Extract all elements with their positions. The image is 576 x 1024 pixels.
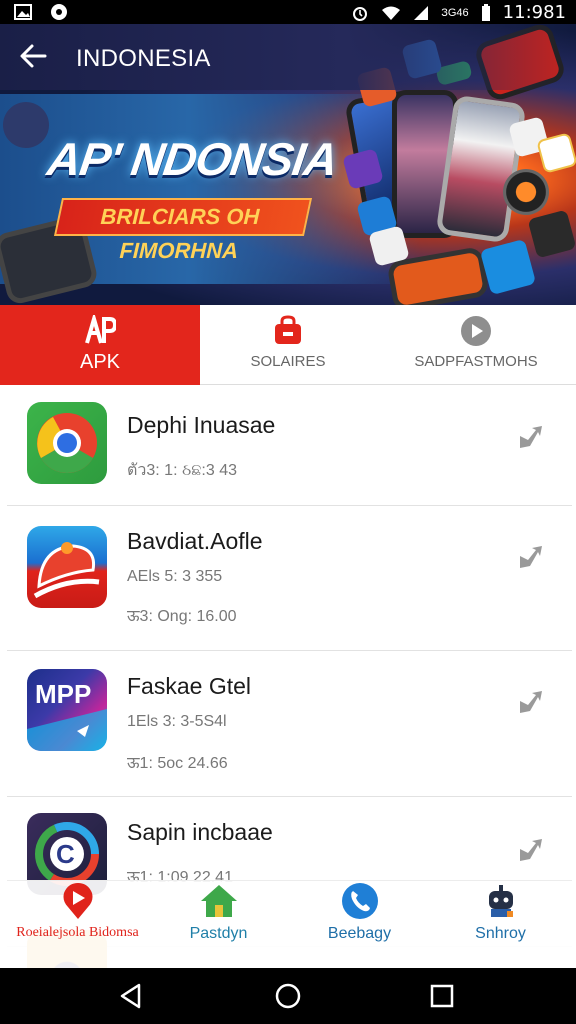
list-item[interactable]: Bavdiat.Aofle AEls 5: 3 355 ऊ3: Ong: 16.…: [7, 506, 572, 651]
app-icon-floating: [479, 238, 537, 296]
list-item[interactable]: Dephi Inuasae ตัว3: 1: ઠଛ:3 43: [7, 390, 572, 506]
svg-text:MPP: MPP: [35, 679, 91, 709]
bag-icon: [275, 315, 301, 344]
nav-label: Pastdyn: [189, 925, 248, 942]
list-item[interactable]: MPP Faskae Gtel 1Els 3: 3-5S4l ऊ1: 5oc 2…: [7, 651, 572, 797]
bottom-navigation: Roeialejsola Bidomsa Pastdyn Beebagy Snh…: [7, 880, 572, 968]
share-icon[interactable]: [518, 544, 544, 570]
robot-icon: [488, 885, 513, 917]
nav-item-recommended[interactable]: Roeialejsola Bidomsa: [7, 881, 148, 969]
red-cap-icon: [27, 526, 107, 608]
record-icon: [51, 4, 67, 20]
signal-icon: [414, 5, 429, 20]
recents-square-icon[interactable]: [428, 982, 456, 1010]
status-bar: ЗG46 11:981: [0, 0, 576, 24]
home-circle-icon[interactable]: [274, 982, 302, 1010]
clock: 11:981: [502, 2, 566, 23]
system-navigation-bar: [0, 968, 576, 1024]
app-meta: ऊ1: 5oc 24.66: [127, 755, 228, 772]
app-icon-floating: [536, 132, 576, 174]
tab-label: APK: [79, 351, 121, 373]
house-icon: [200, 885, 237, 917]
wifi-icon: [382, 6, 401, 20]
app-name: Sapin incbaae: [127, 819, 273, 845]
nav-label: Beebagy: [327, 925, 392, 942]
app-name: Bavdiat.Aofle: [127, 528, 263, 554]
nav-item-robot[interactable]: Snhroy: [430, 881, 571, 969]
share-icon[interactable]: [518, 837, 544, 863]
tab-label: SADPFASTMOHS: [414, 353, 538, 370]
hero-banner: INDONESIA AP' NDONSIA BRILCIARS OH FIMOR…: [0, 24, 576, 305]
phone-icon: [341, 883, 378, 919]
mpp-icon: MPP: [27, 669, 107, 751]
back-triangle-icon[interactable]: [117, 982, 145, 1010]
tab-apk[interactable]: APK: [0, 305, 200, 385]
arrow-left-icon[interactable]: [18, 41, 48, 71]
nav-label: Roeialejsola Bidomsa: [16, 925, 139, 940]
app-meta: 1Els 3: 3-5S4l: [127, 713, 227, 730]
app-name: Dephi Inuasae: [127, 412, 276, 438]
nav-item-calls[interactable]: Beebagy: [289, 881, 430, 969]
nav-item-home[interactable]: Pastdyn: [148, 881, 289, 969]
app-name: Faskae Gtel: [127, 673, 251, 699]
share-icon[interactable]: [518, 424, 544, 450]
battery-icon: [481, 3, 490, 21]
app-meta: ตัว3: 1: ઠଛ:3 43: [127, 462, 237, 479]
play-pin-icon: [63, 883, 92, 919]
app-meta: AEls 5: 3 355: [127, 568, 223, 585]
app-meta: ऊ3: Ong: 16.00: [127, 608, 237, 625]
play-icon: [461, 316, 491, 346]
svg-text:C: C: [56, 839, 75, 869]
hero-headline: AP' NDONSIA: [44, 133, 341, 185]
hero-ribbon: BRILCIARS OH FIMORHNA: [53, 198, 313, 263]
tab-solaires[interactable]: SOLAIRES: [200, 305, 376, 385]
app-icon-floating: [527, 209, 576, 259]
chrome-like-icon: [27, 402, 107, 484]
nav-label: Snhroy: [475, 925, 526, 942]
tab-sadpfastmohs[interactable]: SADPFASTMOHS: [376, 305, 576, 385]
network-label: ЗG46: [441, 6, 469, 19]
apk-icon: [85, 315, 116, 344]
alarm-icon: [353, 6, 368, 21]
share-icon[interactable]: [518, 689, 544, 715]
image-icon: [14, 4, 32, 20]
category-tabs: APK SOLAIRES SADPFASTMOHS: [0, 305, 576, 385]
tab-label: SOLAIRES: [250, 353, 326, 370]
hero-subheadline: BRILCIARS OH FIMORHNA: [100, 204, 260, 263]
page-title: INDONESIA: [76, 45, 211, 72]
